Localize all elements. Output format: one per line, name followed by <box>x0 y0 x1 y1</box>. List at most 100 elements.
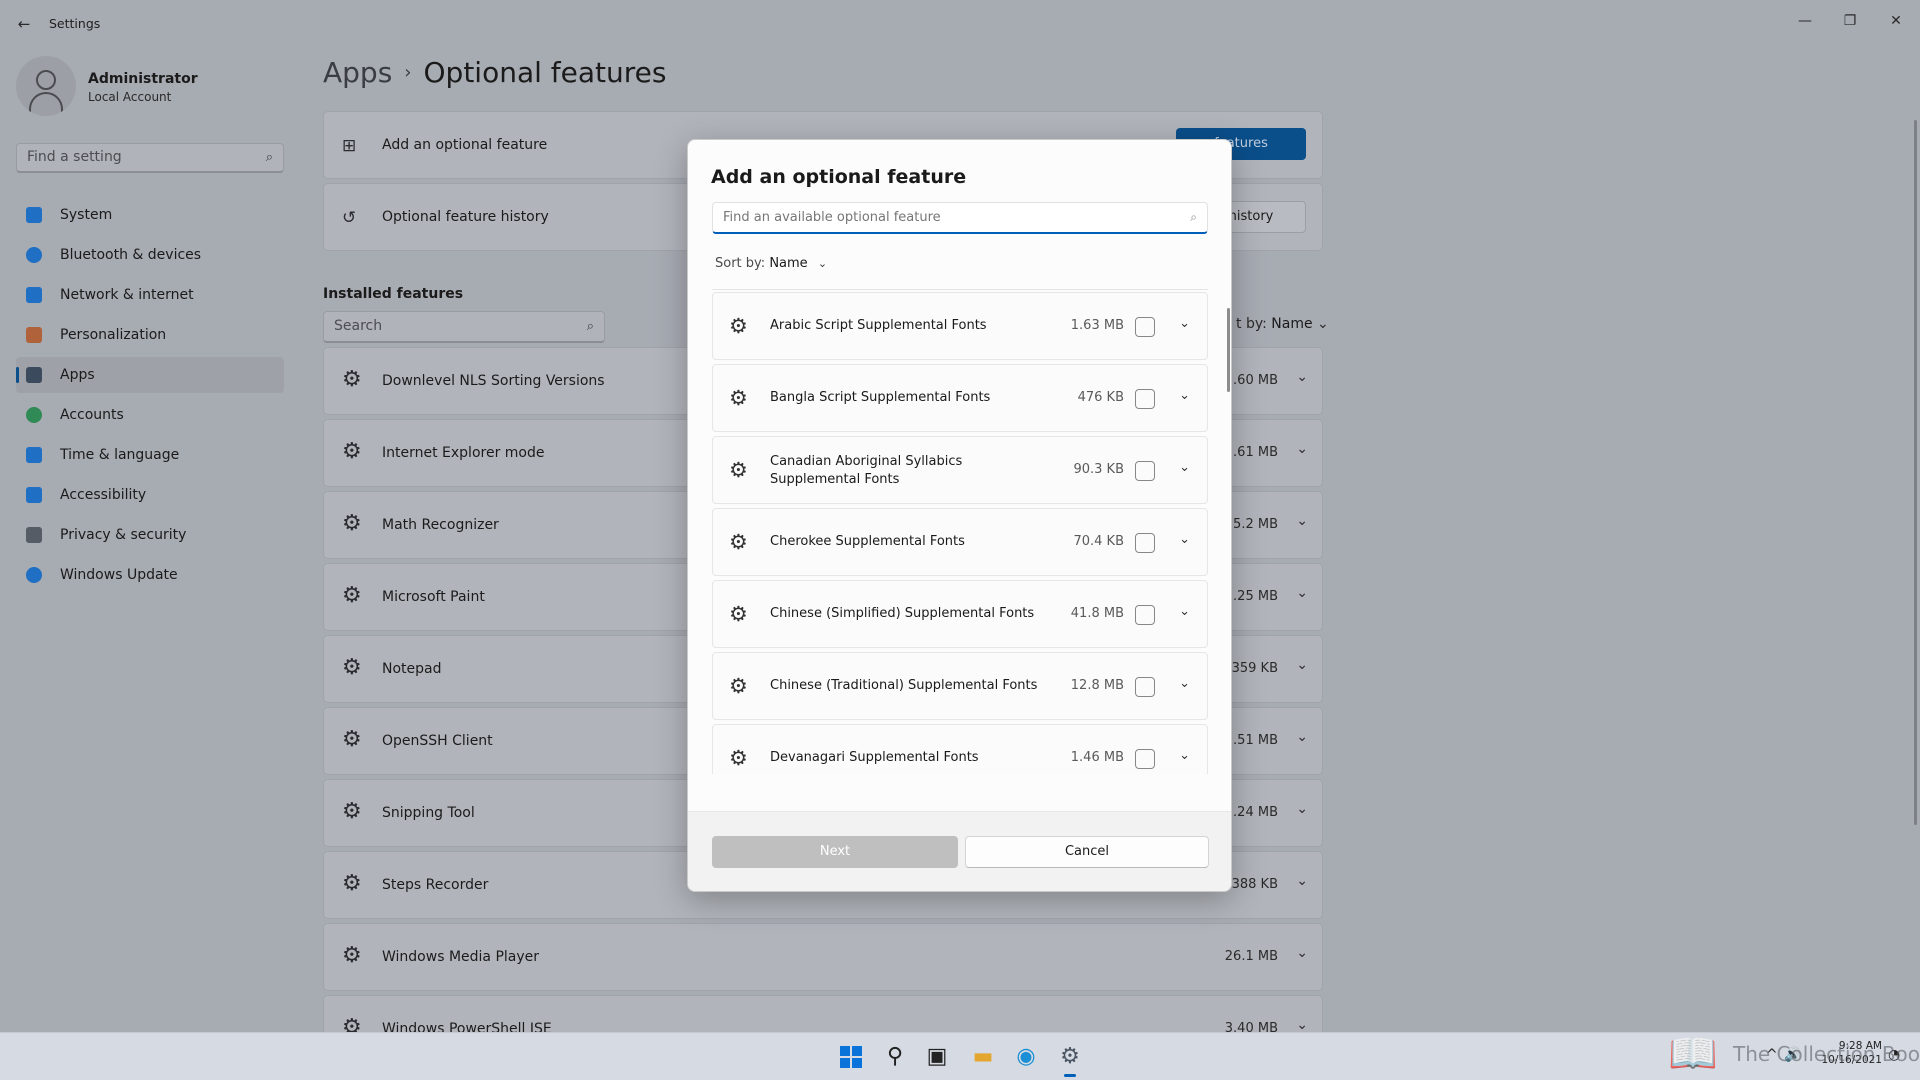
feature-size: 26.1 MB <box>1224 949 1278 964</box>
search-icon: ⌕ <box>586 319 594 334</box>
feature-size: 476 KB <box>1077 390 1124 405</box>
available-feature-row[interactable]: ⚙ Canadian Aboriginal Syllabics Supplemen… <box>712 436 1208 504</box>
book-icon: 📖 <box>1668 1031 1718 1077</box>
feature-checkbox[interactable] <box>1135 317 1155 337</box>
settings-search-input[interactable]: Find a setting ⌕ <box>16 143 284 173</box>
available-feature-row[interactable]: ⚙ Cherokee Supplemental Fonts 70.4 KB ⌄ <box>712 508 1208 576</box>
chevron-down-icon[interactable]: ⌄ <box>1296 945 1308 961</box>
title-bar: ← Settings — ❐ ✕ <box>0 0 1920 48</box>
chevron-down-icon[interactable]: ⌄ <box>1296 441 1308 457</box>
installed-sort-dropdown[interactable]: t by: Name ⌄ <box>1236 316 1329 332</box>
profile-account-type: Local Account <box>88 90 172 104</box>
feature-checkbox[interactable] <box>1135 605 1155 625</box>
user-profile[interactable]: Administrator Local Account <box>16 56 276 118</box>
chevron-down-icon[interactable]: ⌄ <box>1296 1017 1308 1032</box>
sidebar-item-windows-update[interactable]: Windows Update <box>16 557 284 593</box>
feature-size: 3.25 MB <box>1224 589 1278 604</box>
edge-button[interactable]: ◉ <box>1011 1042 1041 1072</box>
settings-search-placeholder: Find a setting <box>27 149 122 165</box>
divider <box>712 289 1208 290</box>
feature-size: 3.40 MB <box>1224 1021 1278 1032</box>
feature-name: Downlevel NLS Sorting Versions <box>382 373 605 389</box>
installed-search-input[interactable]: Search ⌕ <box>323 311 605 343</box>
add-optional-feature-label: Add an optional feature <box>382 137 548 153</box>
chevron-down-icon[interactable]: ⌄ <box>1179 460 1190 475</box>
page-scrollbar[interactable] <box>1914 120 1917 825</box>
chevron-down-icon[interactable]: ⌄ <box>1179 748 1190 763</box>
dialog-sort-dropdown[interactable]: Sort by: Name ⌄ <box>715 256 827 271</box>
chevron-down-icon[interactable]: ⌄ <box>1179 532 1190 547</box>
chevron-down-icon[interactable]: ⌄ <box>1179 388 1190 403</box>
feature-size: .60 MB <box>1233 373 1278 388</box>
sidebar-item-system[interactable]: System <box>16 197 284 233</box>
start-button[interactable] <box>836 1042 866 1072</box>
sidebar-item-network-internet[interactable]: Network & internet <box>16 277 284 313</box>
chevron-down-icon[interactable]: ⌄ <box>1296 801 1308 817</box>
feature-size: 1.61 MB <box>1224 445 1278 460</box>
puzzle-gear-icon: ⚙ <box>342 943 362 968</box>
chevron-down-icon[interactable]: ⌄ <box>1179 316 1190 331</box>
close-button[interactable]: ✕ <box>1876 6 1916 36</box>
chevron-down-icon[interactable]: ⌄ <box>1296 657 1308 673</box>
chevron-down-icon[interactable]: ⌄ <box>1296 729 1308 745</box>
cancel-button[interactable]: Cancel <box>965 836 1209 868</box>
sidebar-item-time-language[interactable]: Time & language <box>16 437 284 473</box>
available-feature-row[interactable]: ⚙ Arabic Script Supplemental Fonts 1.63 MB… <box>712 292 1208 360</box>
available-feature-row[interactable]: ⚙ Chinese (Traditional) Supplemental Font… <box>712 652 1208 720</box>
feature-name: Arabic Script Supplemental Fonts <box>770 318 987 333</box>
sidebar-item-apps[interactable]: Apps <box>16 357 284 393</box>
chevron-down-icon[interactable]: ⌄ <box>1296 873 1308 889</box>
installed-feature-row[interactable]: ⚙ Windows PowerShell ISE 3.40 MB ⌄ <box>323 995 1323 1032</box>
chevron-down-icon: ⌄ <box>817 257 828 270</box>
feature-name: Windows Media Player <box>382 949 540 965</box>
chevron-down-icon[interactable]: ⌄ <box>1179 676 1190 691</box>
feature-checkbox[interactable] <box>1135 749 1155 769</box>
sidebar-item-label: Apps <box>60 367 95 383</box>
feature-checkbox[interactable] <box>1135 533 1155 553</box>
feature-size: 90.3 KB <box>1073 462 1124 477</box>
sidebar-item-label: Accounts <box>60 407 124 423</box>
search-icon: ⚲ <box>886 1044 904 1069</box>
sidebar-item-accessibility[interactable]: Accessibility <box>16 477 284 513</box>
settings-taskbar-button[interactable]: ⚙ <box>1055 1042 1085 1077</box>
task-view-button[interactable]: ▣ <box>922 1042 952 1072</box>
chevron-down-icon[interactable]: ⌄ <box>1296 513 1308 529</box>
feature-name: OpenSSH Client <box>382 733 493 749</box>
sidebar-item-personalization[interactable]: Personalization <box>16 317 284 353</box>
puzzle-gear-icon: ⚙ <box>729 458 748 482</box>
taskbar-search-button[interactable]: ⚲ <box>880 1042 910 1072</box>
file-explorer-button[interactable]: ▬ <box>968 1042 998 1072</box>
back-button[interactable]: ← <box>12 13 36 35</box>
search-icon: ⌕ <box>265 150 273 165</box>
feature-search-input[interactable]: Find an available optional feature ⌕ <box>712 202 1208 234</box>
available-feature-row[interactable]: ⚙ Devanagari Supplemental Fonts 1.46 MB ⌄ <box>712 724 1208 774</box>
apps-icon <box>26 367 42 383</box>
installed-feature-row[interactable]: ⚙ Windows Media Player 26.1 MB ⌄ <box>323 923 1323 991</box>
chevron-down-icon[interactable]: ⌄ <box>1296 585 1308 601</box>
next-button[interactable]: Next <box>712 836 958 868</box>
feature-size: 3.24 MB <box>1224 805 1278 820</box>
dialog-scrollbar[interactable] <box>1227 308 1230 392</box>
search-icon: ⌕ <box>1190 210 1197 224</box>
feature-name: Snipping Tool <box>382 805 475 821</box>
sidebar-item-label: Bluetooth & devices <box>60 247 202 263</box>
available-feature-row[interactable]: ⚙ Bangla Script Supplemental Fonts 476 KB ⌄ <box>712 364 1208 432</box>
maximize-button[interactable]: ❐ <box>1830 6 1870 36</box>
feature-name: Bangla Script Supplemental Fonts <box>770 390 991 405</box>
breadcrumb-parent[interactable]: Apps <box>323 56 392 89</box>
sidebar-item-privacy-security[interactable]: Privacy & security <box>16 517 284 553</box>
feature-checkbox[interactable] <box>1135 389 1155 409</box>
taskbar: ⚲ ▣ ▬ ◉ ⚙ ^ 🔊 9:28 AM 10/16/2021 ◔ <box>0 1032 1920 1080</box>
chevron-down-icon[interactable]: ⌄ <box>1179 604 1190 619</box>
available-feature-row[interactable]: ⚙ Chinese (Simplified) Supplemental Fonts… <box>712 580 1208 648</box>
sidebar-item-bluetooth-devices[interactable]: Bluetooth & devices <box>16 237 284 273</box>
puzzle-gear-icon: ⚙ <box>342 583 362 608</box>
chevron-down-icon[interactable]: ⌄ <box>1296 369 1308 385</box>
feature-size: 1.63 MB <box>1070 318 1124 333</box>
sidebar-item-accounts[interactable]: Accounts <box>16 397 284 433</box>
minimize-button[interactable]: — <box>1785 6 1825 36</box>
feature-checkbox[interactable] <box>1135 461 1155 481</box>
add-optional-feature-dialog: Add an optional feature Find an availabl… <box>687 139 1232 892</box>
feature-checkbox[interactable] <box>1135 677 1155 697</box>
puzzle-gear-icon: ⚙ <box>342 367 362 392</box>
